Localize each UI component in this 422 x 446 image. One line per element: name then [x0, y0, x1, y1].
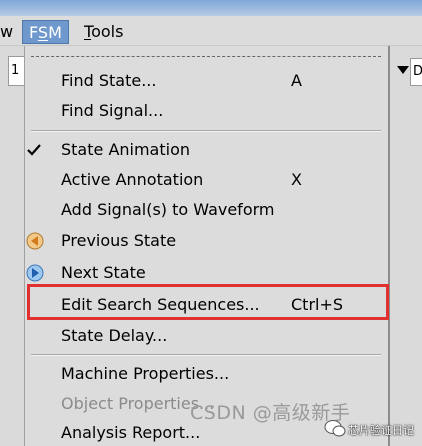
menu-separator [31, 130, 381, 132]
menu-item-label: Machine Properties... [61, 364, 230, 383]
menu-item-find-signal[interactable]: Find Signal... [25, 96, 387, 126]
menu-view-label: w [0, 22, 14, 41]
highlight-annotation-box [27, 284, 389, 320]
dropdown-arrow-icon[interactable] [397, 66, 409, 74]
right-toolbar-area [390, 47, 422, 446]
menu-view[interactable]: w [0, 20, 19, 44]
window-title-bar [0, 0, 422, 16]
watermark-logo-text: 芯片验证日记 [348, 424, 414, 437]
menu-item-label: Find Signal... [61, 101, 164, 120]
menu-item-label: Previous State [61, 231, 177, 250]
watermark-logo: 芯片验证日记 [324, 417, 422, 443]
toolbar-right-field[interactable]: D [410, 58, 422, 86]
menu-item-label: Add Signal(s) to Waveform [61, 200, 275, 219]
menu-tearoff-line[interactable] [31, 56, 381, 57]
next-state-icon [26, 264, 44, 282]
menu-item-state-delay[interactable]: State Delay... [25, 321, 387, 351]
fsm-dropdown-menu: Find State... A Find Signal... State Ani… [24, 46, 390, 446]
menu-item-label: State Delay... [61, 326, 168, 345]
previous-state-icon [26, 232, 44, 250]
menu-item-add-signals-to-waveform[interactable]: Add Signal(s) to Waveform [25, 195, 387, 225]
menu-item-accelerator: X [291, 170, 302, 189]
menu-item-previous-state[interactable]: Previous State [25, 226, 387, 256]
menu-item-label: Analysis Report... [61, 423, 201, 442]
menu-item-active-annotation[interactable]: Active Annotation X [25, 165, 387, 195]
menu-item-state-animation[interactable]: State Animation [25, 135, 387, 165]
menu-fsm[interactable]: FSM [22, 20, 69, 44]
menu-item-label: State Animation [61, 140, 191, 159]
menu-item-label: Active Annotation [61, 170, 204, 189]
menu-bar: w FSM Tools [0, 16, 422, 46]
menu-tools[interactable]: Tools [78, 20, 129, 44]
menu-item-machine-properties[interactable]: Machine Properties... [25, 359, 387, 389]
menu-separator [31, 354, 381, 356]
toolbar-left-field[interactable]: 1 [8, 56, 24, 86]
menu-item-find-state[interactable]: Find State... A [25, 66, 387, 96]
left-toolbar-area [0, 47, 24, 446]
wechat-icon [324, 420, 346, 437]
checkmark-icon [27, 144, 41, 156]
menu-item-label: Find State... [61, 71, 157, 90]
menu-item-accelerator: A [291, 71, 302, 90]
